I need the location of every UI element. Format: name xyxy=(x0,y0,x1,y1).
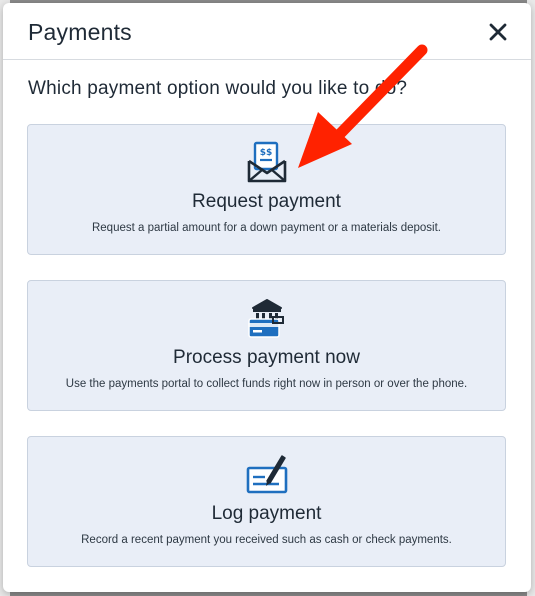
modal-title: Payments xyxy=(28,19,132,45)
log-payment-option[interactable]: Log payment Record a recent payment you … xyxy=(27,436,506,567)
option-title: Log payment xyxy=(211,503,322,524)
check-pen-icon xyxy=(246,455,287,494)
option-description: Record a recent payment you received suc… xyxy=(81,534,452,546)
request-payment-option[interactable]: $$ Request payment Request a partial amo… xyxy=(27,124,506,255)
process-payment-now-option[interactable]: Process payment now Use the payments por… xyxy=(27,280,506,411)
payments-modal: Payments Which payment option would you … xyxy=(3,3,531,592)
question-text: Which payment option would you like to d… xyxy=(28,78,408,99)
svg-text:$$: $$ xyxy=(259,148,272,158)
option-title: Request payment xyxy=(192,191,341,212)
envelope-invoice-icon: $$ xyxy=(247,141,286,183)
bank-card-icon xyxy=(247,299,284,338)
option-title: Process payment now xyxy=(173,347,360,368)
close-icon xyxy=(489,23,507,41)
option-description: Request a partial amount for a down paym… xyxy=(91,222,442,234)
option-description: Use the payments portal to collect funds… xyxy=(65,378,468,390)
close-button[interactable] xyxy=(487,21,509,43)
modal-header: Payments xyxy=(3,3,531,60)
